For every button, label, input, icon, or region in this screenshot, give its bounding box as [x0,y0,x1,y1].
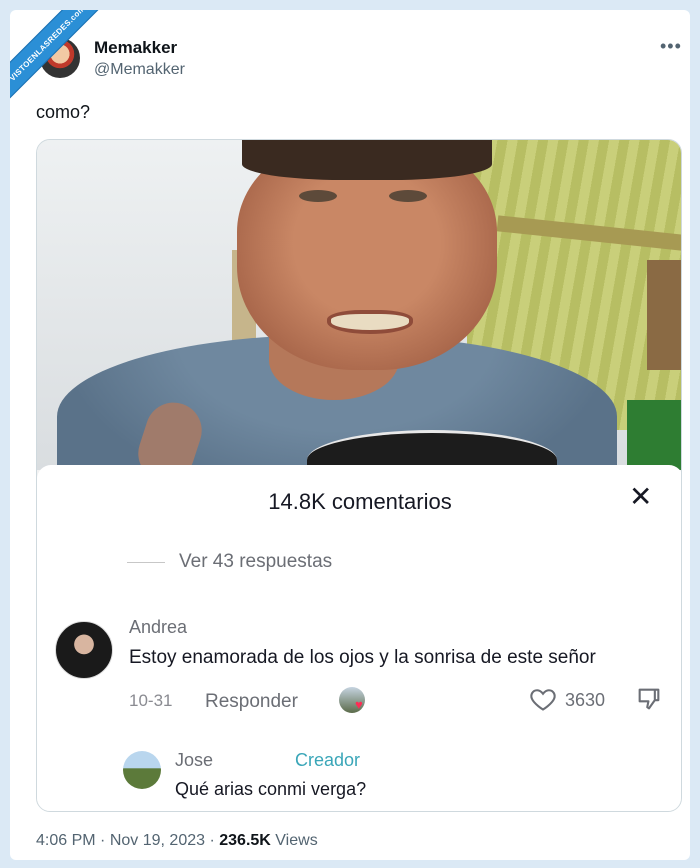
dislike-icon[interactable] [635,685,663,713]
reply-author[interactable]: Jose [175,750,213,771]
views-label: Views [275,832,318,849]
close-icon[interactable]: ✕ [629,483,652,511]
comment-author[interactable]: Andrea [129,617,187,638]
meta-separator: · [209,832,220,849]
meta-separator: · [100,832,110,849]
comment-date: 10-31 [129,691,173,710]
tweet-media[interactable]: 14.8K comentarios ✕ Ver 43 respuestas An… [36,139,682,812]
creator-badge: Creador [295,750,361,770]
views-count: 236.5K [219,832,271,849]
comments-sheet: 14.8K comentarios ✕ Ver 43 respuestas An… [37,465,681,811]
tweet-date[interactable]: Nov 19, 2023 [110,832,205,849]
video-frame [37,140,681,470]
reply-button[interactable]: Responder [205,691,298,713]
like-heart-icon[interactable] [529,685,557,713]
reply-text: Qué arias conmi verga? [175,779,367,799]
watermark-corner: VISTOENLASREDES.com [10,10,110,110]
watermark-ribbon: VISTOENLASREDES.com [10,10,110,106]
comment-avatar[interactable] [55,621,113,679]
more-dots-icon[interactable]: ••• [660,36,682,57]
view-replies-link[interactable]: Ver 43 respuestas [179,551,332,573]
tweet-meta: 4:06 PM · Nov 19, 2023 · 236.5K Views [36,832,318,850]
tweet-time[interactable]: 4:06 PM [36,832,96,849]
comments-title: 14.8K comentarios [268,489,452,514]
tweet-card: VISTOENLASREDES.com Memakker @Memakker •… [10,10,690,860]
replies-divider [127,562,165,563]
comment-text: Estoy enamorada de los ojos y la sonrisa… [129,647,596,668]
like-count: 3630 [565,690,606,710]
heart-icon: ♥ [355,697,363,712]
reply-avatar[interactable] [123,751,161,789]
